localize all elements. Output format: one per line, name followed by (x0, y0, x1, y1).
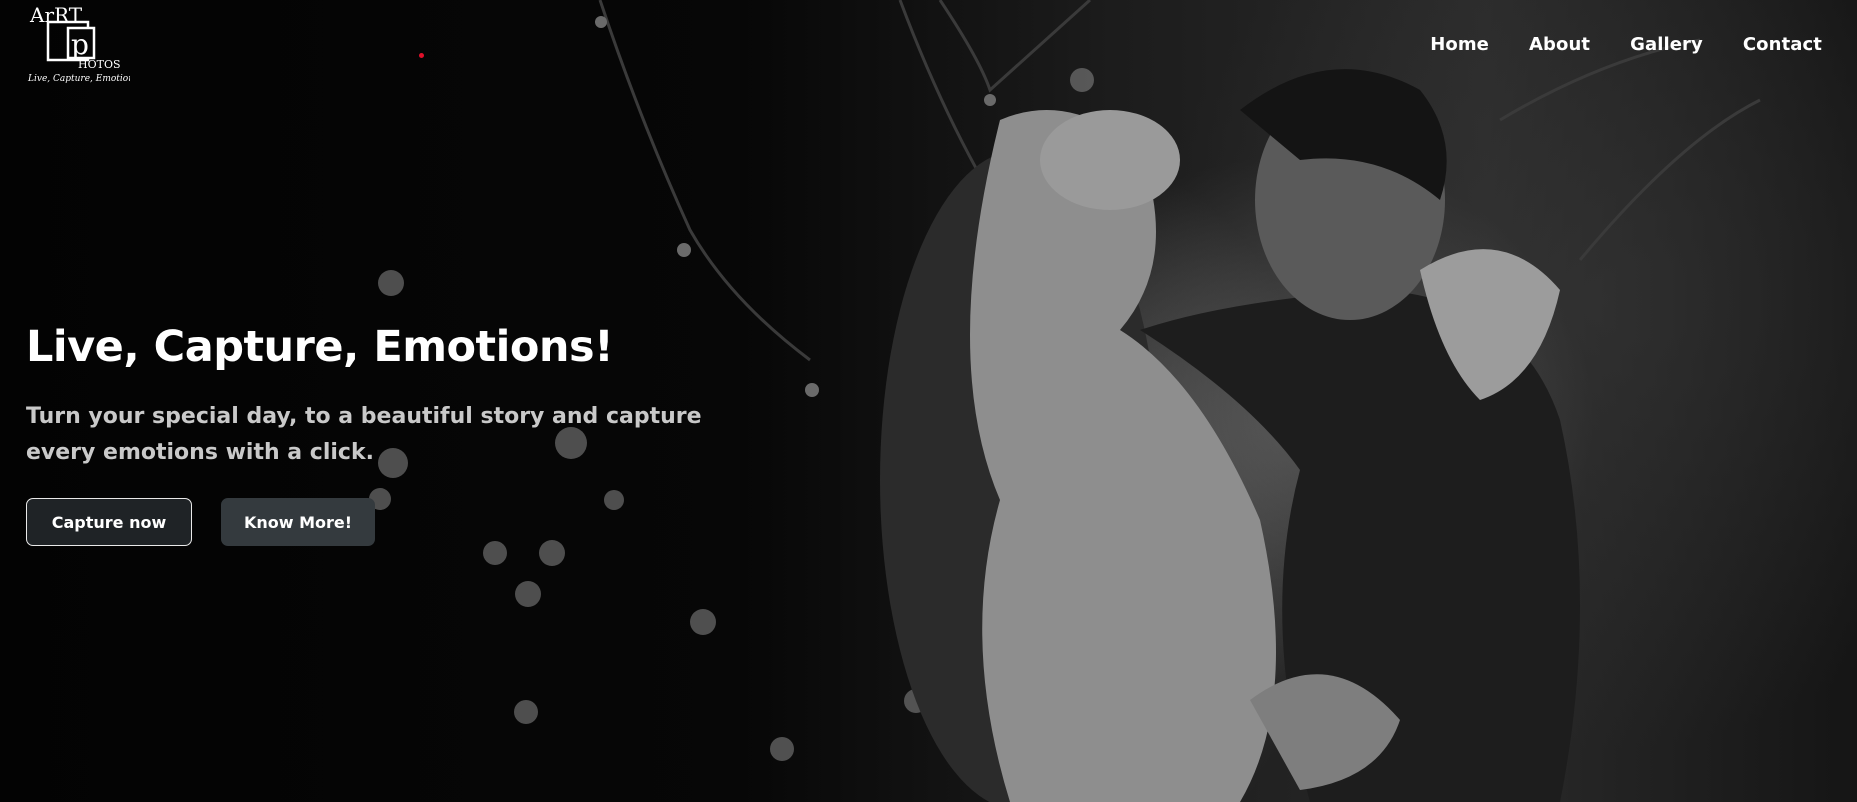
logo-tagline: Live, Capture, Emotion! (27, 74, 130, 84)
nav-item-about[interactable]: About (1529, 34, 1590, 55)
hero-section: ArRT p HOTOS Live, Capture, Emotion! Hom… (0, 0, 1857, 802)
main-nav: Home About Gallery Contact (1430, 34, 1822, 55)
logo-top-text: ArRT (29, 3, 83, 27)
nav-item-gallery[interactable]: Gallery (1630, 34, 1703, 55)
hero-subtext: Turn your special day, to a beautiful st… (26, 404, 702, 465)
logo-letter: p (71, 28, 89, 61)
capture-now-button[interactable]: Capture now (26, 498, 192, 546)
logo-bottom-text: HOTOS (78, 58, 121, 71)
know-more-button[interactable]: Know More! (221, 498, 375, 546)
accent-dot (419, 53, 424, 58)
nav-item-contact[interactable]: Contact (1743, 34, 1822, 55)
brand-logo[interactable]: ArRT p HOTOS Live, Capture, Emotion! (26, 2, 130, 86)
hero-headline: Live, Capture, Emotions! (26, 322, 614, 372)
nav-item-home[interactable]: Home (1430, 34, 1489, 55)
camera-frame-icon: ArRT p HOTOS Live, Capture, Emotion! (27, 3, 130, 84)
